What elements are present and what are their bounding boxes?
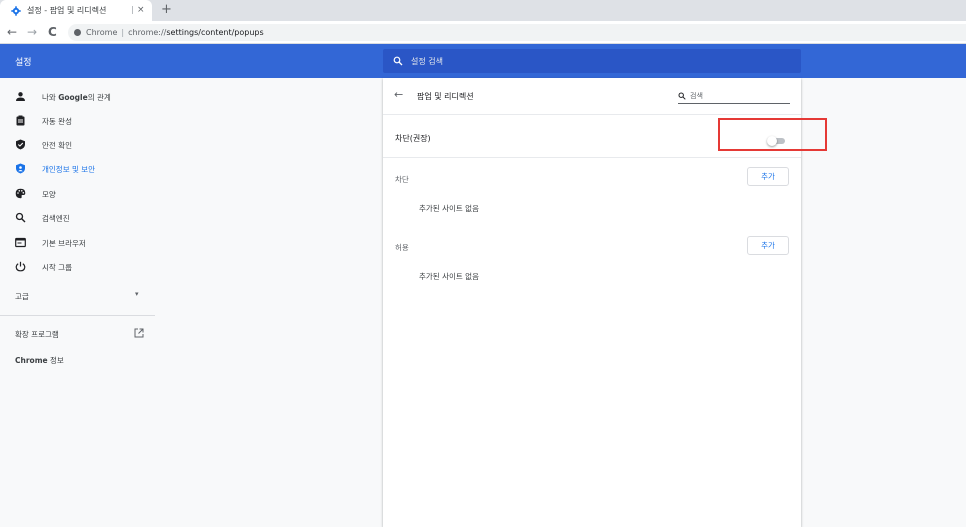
- page-title: 설정: [15, 58, 32, 68]
- sidebar-divider: [0, 315, 155, 316]
- url-path: settings/content/popups: [166, 28, 264, 37]
- block-popups-toggle[interactable]: [767, 136, 787, 146]
- sidebar-item-search-engine[interactable]: 검색엔진: [0, 206, 155, 230]
- sidebar-item-safety-check[interactable]: 안전 확인: [0, 133, 155, 157]
- power-icon: [15, 261, 26, 272]
- tab-divider: |: [131, 5, 134, 14]
- block-toggle-label: 차단(권장): [395, 134, 431, 143]
- url-scheme-label: Chrome: [86, 28, 118, 37]
- sidebar-item-label: 자동 완성: [42, 117, 72, 126]
- palette-icon: [15, 188, 26, 199]
- sidebar-item-label: Chrome 정보: [15, 356, 64, 365]
- person-icon: [16, 92, 25, 101]
- sidebar-item-label: 확장 프로그램: [15, 330, 59, 339]
- address-bar[interactable]: Chrome | chrome:// settings/content/popu…: [68, 24, 966, 41]
- add-allowed-site-button[interactable]: 추가: [747, 236, 789, 255]
- close-icon[interactable]: ×: [137, 4, 145, 16]
- sidebar-item-about-chrome[interactable]: Chrome 정보: [0, 348, 155, 372]
- forward-arrow-icon[interactable]: →: [27, 25, 37, 39]
- settings-header: 설정: [0, 44, 966, 78]
- chrome-window: 설정 - 팝업 및 리디렉션 | × + ← → C Chrome | chro…: [0, 0, 966, 527]
- settings-search-input[interactable]: [411, 56, 771, 66]
- tab-strip: 설정 - 팝업 및 리디렉션 | × +: [0, 0, 966, 21]
- sidebar-item-extensions[interactable]: 확장 프로그램: [0, 322, 155, 346]
- sidebar-item-label: 개인정보 및 보안: [42, 165, 96, 174]
- sidebar-item-appearance[interactable]: 모양: [0, 182, 155, 206]
- sidebar-advanced-label: 고급: [15, 292, 29, 301]
- sidebar-item-label: 검색엔진: [42, 214, 70, 223]
- browser-toolbar: ← → C Chrome | chrome:// settings/conten…: [0, 21, 966, 44]
- subpage-search[interactable]: [678, 88, 790, 104]
- blocked-section-label: 차단: [395, 175, 409, 184]
- shield-check-icon: [16, 139, 25, 150]
- shield-icon: [16, 163, 25, 174]
- add-blocked-site-button[interactable]: 추가: [747, 167, 789, 186]
- allowed-section-label: 허용: [395, 243, 409, 252]
- open-in-new-icon: [134, 328, 144, 338]
- new-tab-button[interactable]: +: [161, 2, 172, 18]
- search-icon: [15, 212, 26, 223]
- back-arrow-icon[interactable]: ←: [7, 25, 17, 39]
- subpage-search-input[interactable]: [690, 91, 785, 100]
- blocked-empty-text: 추가된 사이트 없음: [419, 204, 479, 213]
- reload-icon[interactable]: C: [48, 25, 57, 39]
- browser-window-icon: [15, 237, 26, 248]
- sidebar: 나와 Google의 관계 자동 완성 안전 확인 개인정보 및 보안 모양 검…: [0, 78, 155, 527]
- sidebar-item-autofill[interactable]: 자동 완성: [0, 109, 155, 133]
- sidebar-item-default-browser[interactable]: 기본 브라우저: [0, 231, 155, 255]
- allowed-empty-text: 추가된 사이트 없음: [419, 272, 479, 281]
- tab-settings[interactable]: 설정 - 팝업 및 리디렉션 | ×: [0, 0, 152, 21]
- search-icon: [393, 56, 403, 66]
- sidebar-item-label: 시작 그룹: [42, 263, 72, 272]
- divider: [383, 114, 801, 115]
- settings-search[interactable]: [383, 49, 801, 73]
- chrome-site-icon: [74, 29, 81, 36]
- sidebar-item-label: 기본 브라우저: [42, 239, 86, 248]
- gear-icon: [11, 5, 21, 16]
- sidebar-item-privacy-security[interactable]: 개인정보 및 보안: [0, 157, 155, 181]
- clipboard-icon: [16, 115, 25, 126]
- back-arrow-icon[interactable]: ←: [394, 89, 403, 101]
- search-icon: [678, 92, 686, 100]
- popups-settings-card: ← 팝업 및 리디렉션 차단(권장) 차단 추가 추가된 사이트 없음 허용 추…: [383, 78, 801, 527]
- sidebar-item-label: 나와 Google의 관계: [42, 93, 111, 102]
- url-host: chrome://: [128, 28, 167, 37]
- sidebar-advanced[interactable]: 고급 ▾: [0, 284, 155, 308]
- url-separator: |: [121, 28, 125, 37]
- sidebar-item-you-and-google[interactable]: 나와 Google의 관계: [0, 85, 155, 109]
- tab-title: 설정 - 팝업 및 리디렉션: [27, 6, 107, 15]
- sidebar-item-on-startup[interactable]: 시작 그룹: [0, 255, 155, 279]
- subpage-title: 팝업 및 리디렉션: [417, 92, 474, 101]
- sidebar-item-label: 안전 확인: [42, 141, 72, 150]
- toggle-knob: [767, 136, 777, 146]
- divider: [383, 157, 801, 158]
- chevron-down-icon: ▾: [135, 290, 139, 298]
- sidebar-item-label: 모양: [42, 190, 56, 199]
